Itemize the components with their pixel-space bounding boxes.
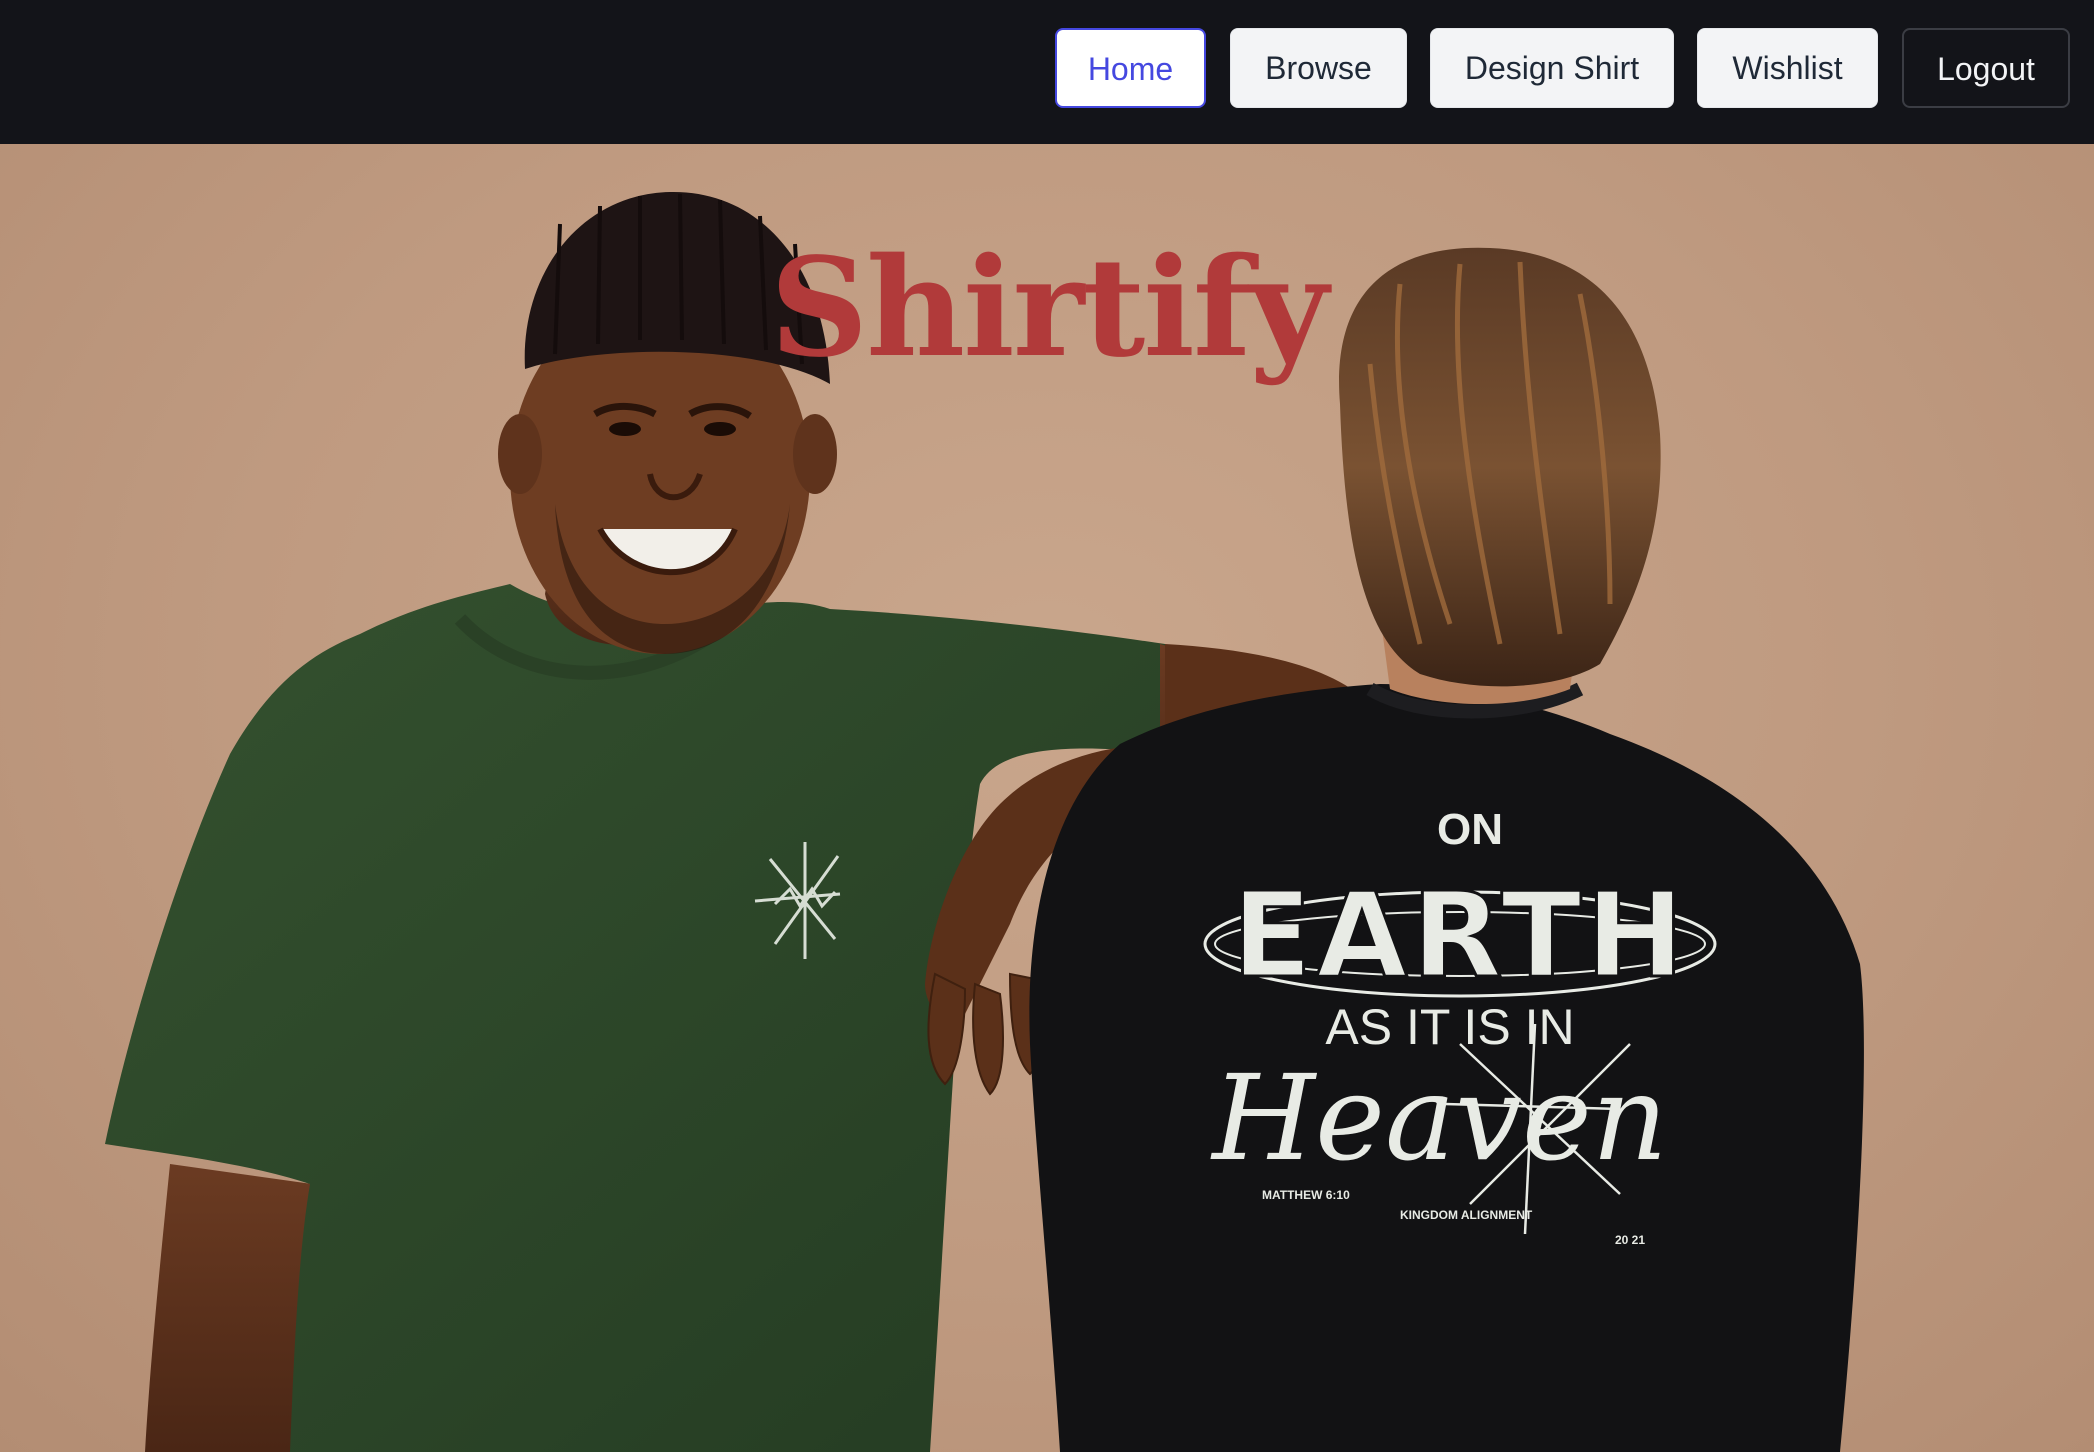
nav-browse-button[interactable]: Browse [1230,28,1407,108]
print-line-on: ON [1437,805,1503,854]
nav-design-shirt-button[interactable]: Design Shirt [1430,28,1674,108]
top-navbar: Home Browse Design Shirt Wishlist Logout [0,0,2094,144]
person-right: ON EARTH AS IT IS IN Heaven MATTHEW 6:10… [1029,247,1864,1452]
hero-banner: ON EARTH AS IT IS IN Heaven MATTHEW 6:10… [0,144,2094,1452]
brand-title: Shirtify [770,228,1328,388]
print-line-heaven: Heaven [1210,1049,1668,1187]
print-foot-right: 20 21 [1615,1233,1645,1247]
nav-home-button[interactable]: Home [1055,28,1206,108]
print-foot-center: KINGDOM ALIGNMENT [1400,1208,1533,1222]
print-foot-left: MATTHEW 6:10 [1262,1188,1350,1202]
nav-wishlist-button[interactable]: Wishlist [1697,28,1878,108]
nav-logout-button[interactable]: Logout [1902,28,2070,108]
shirtify-home-page: Home Browse Design Shirt Wishlist Logout [0,0,2094,1452]
print-line-earth: EARTH [1232,866,1689,1004]
print-line-as-it-is-in: AS IT IS IN [1325,999,1574,1055]
